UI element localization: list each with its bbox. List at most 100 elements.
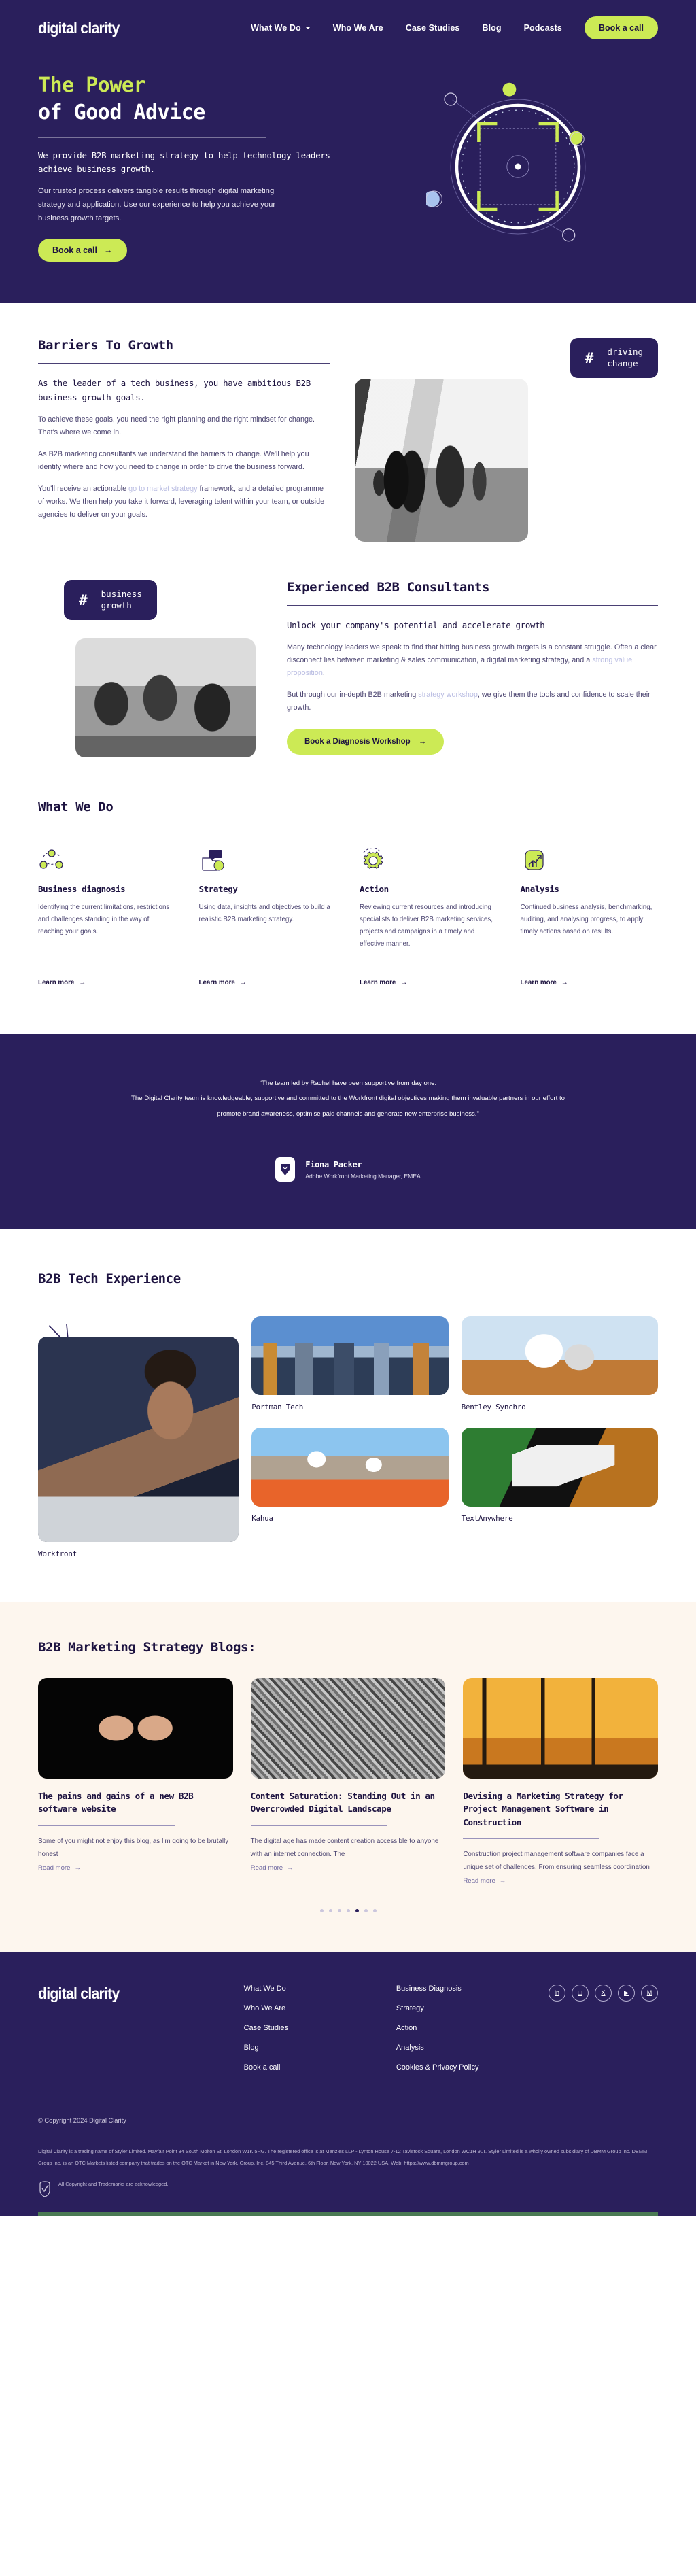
read-more-link-3[interactable]: Read more →	[463, 1877, 506, 1885]
hero-divider	[38, 137, 266, 139]
textanywhere-photo	[461, 1428, 658, 1507]
nav-item-who-we-are[interactable]: Who We Are	[333, 23, 383, 33]
card-title: Action	[360, 883, 389, 894]
tech-card-kahua[interactable]: Kahua	[251, 1428, 449, 1523]
learn-more-link-strategy[interactable]: Learn more →	[199, 979, 247, 986]
youtube-icon[interactable]: ▶	[618, 1984, 636, 2002]
consultants-p1-b: .	[322, 668, 325, 677]
footer-link-blog[interactable]: Blog	[244, 2044, 347, 2052]
nav-item-what-we-do[interactable]: What We Do	[251, 23, 311, 33]
carousel-dot-3[interactable]	[337, 1908, 341, 1912]
carousel-dot-6[interactable]	[364, 1908, 368, 1912]
go-to-market-strategy-link[interactable]: go to market strategy	[128, 485, 197, 493]
footer-link-business-diagnosis[interactable]: Business Diagnosis	[396, 1985, 500, 1993]
footer-link-who-we-are[interactable]: Who We Are	[244, 2004, 347, 2012]
testimonial-author-name: Fiona Packer	[305, 1159, 362, 1169]
hero-section: digital clarity What We Do Who We Are Ca…	[0, 0, 696, 303]
chevron-down-icon	[304, 27, 311, 29]
learn-more-link-analysis[interactable]: Learn more →	[521, 979, 568, 986]
tech-card-bentley-synchro[interactable]: Bentley Synchro	[461, 1316, 658, 1411]
carousel-dot-5[interactable]	[355, 1908, 359, 1912]
barriers-divider	[38, 362, 330, 364]
footer-legal-text: Digital Clarity is a trading name of Sty…	[38, 2148, 648, 2166]
blog-image-pain-gain	[38, 1678, 233, 1779]
avatar	[275, 1157, 296, 1182]
nav-item-case-studies[interactable]: Case Studies	[406, 23, 460, 33]
footer-acknowledgement: All Copyright and Trademarks are acknowl…	[58, 2181, 169, 2188]
learn-more-link-business-diagnosis[interactable]: Learn more →	[38, 979, 86, 986]
consultants-paragraph-2: But through our in-depth B2B marketing s…	[287, 689, 658, 715]
arrow-right-icon: →	[287, 1864, 294, 1872]
arrow-right-icon: →	[561, 978, 568, 986]
strategy-workshop-link[interactable]: strategy workshop	[418, 691, 478, 699]
footer-link-what-we-do[interactable]: What We Do	[244, 1985, 347, 1993]
carousel-dot-4[interactable]	[346, 1908, 350, 1912]
hero-subtitle: We provide B2B marketing strategy to hel…	[38, 150, 330, 175]
x-twitter-icon[interactable]: X	[595, 1984, 612, 2002]
barriers-p3-before: You'll receive an actionable	[38, 484, 129, 493]
tech-card-textanywhere[interactable]: TextAnywhere	[461, 1428, 658, 1523]
blog-card-2[interactable]: Content Saturation: Standing Out in an O…	[250, 1678, 446, 1886]
what-we-do-title: What We Do	[38, 799, 114, 814]
carousel-pagination[interactable]	[38, 1908, 658, 1912]
read-more-link-2[interactable]: Read more →	[251, 1864, 294, 1872]
blogs-grid: The pains and gains of a new B2B softwar…	[38, 1678, 658, 1886]
footer-column-services: Business Diagnosis Strategy Action Analy…	[396, 1985, 500, 2072]
footer-link-strategy[interactable]: Strategy	[396, 2004, 500, 2012]
barriers-lead: As the leader of a tech business, you ha…	[38, 377, 311, 402]
carousel-dot-7[interactable]	[372, 1908, 377, 1912]
diagnosis-cta-label: Book a Diagnosis Workshop	[304, 738, 411, 746]
learn-more-label: Learn more	[360, 978, 396, 986]
b2b-tech-experience-section: B2B Tech Experience Workfront Portman Te…	[0, 1229, 696, 1558]
tech-card-label: Portman Tech	[251, 1403, 304, 1412]
footer-link-book-a-call[interactable]: Book a call	[244, 2063, 347, 2072]
blog-card-1[interactable]: The pains and gains of a new B2B softwar…	[38, 1678, 233, 1886]
footer-logo[interactable]: digital clarity	[38, 1985, 182, 2072]
blog-divider	[463, 1838, 599, 1839]
tech-card-workfront[interactable]: Workfront	[38, 1316, 239, 1558]
read-more-link-1[interactable]: Read more →	[38, 1864, 81, 1872]
testimonial-section: “The team led by Rachel have been suppor…	[0, 1033, 696, 1230]
medium-icon[interactable]: M	[641, 1984, 659, 2002]
blog-card-3[interactable]: Devising a Marketing Strategy for Projec…	[463, 1678, 658, 1886]
card-title: Strategy	[198, 883, 238, 894]
blog-excerpt: Some of you might not enjoy this blog, a…	[38, 1837, 229, 1858]
hero-book-a-call-button[interactable]: Book a call →	[38, 238, 127, 262]
blog-title: The pains and gains of a new B2B softwar…	[38, 1791, 194, 1815]
blogs-section: B2B Marketing Strategy Blogs: The pains …	[0, 1602, 696, 1952]
kahua-photo	[251, 1428, 449, 1507]
learn-more-link-action[interactable]: Learn more →	[360, 979, 407, 986]
card-text: Reviewing current resources and introduc…	[360, 903, 493, 948]
hero-title-line2: of Good Advice	[38, 100, 205, 124]
nav-item-blog[interactable]: Blog	[482, 23, 501, 33]
growth-chart-icon	[521, 842, 659, 873]
instagram-icon[interactable]: □	[572, 1984, 589, 2002]
testimonial-line-1: “The team led by Rachel have been suppor…	[259, 1079, 437, 1087]
carousel-dot-2[interactable]	[328, 1908, 332, 1912]
nav-book-a-call-button[interactable]: Book a call	[585, 16, 658, 39]
footer-link-analysis[interactable]: Analysis	[396, 2044, 500, 2052]
linkedin-icon[interactable]: in	[549, 1984, 566, 2002]
learn-more-label: Learn more	[38, 978, 75, 986]
footer-link-case-studies[interactable]: Case Studies	[244, 2024, 347, 2032]
network-nodes-icon	[38, 842, 176, 873]
hero-title-line1: The Power	[38, 73, 146, 97]
book-diagnosis-workshop-button[interactable]: Book a Diagnosis Workshop →	[287, 729, 445, 755]
footer-column-primary: What We Do Who We Are Case Studies Blog …	[244, 1985, 347, 2072]
site-logo[interactable]: digital clarity	[38, 19, 120, 37]
barriers-paragraph-2: As B2B marketing consultants we understa…	[38, 450, 309, 471]
consultants-title: Experienced B2B Consultants	[287, 579, 490, 595]
nav-item-podcasts[interactable]: Podcasts	[524, 23, 562, 33]
footer-link-action[interactable]: Action	[396, 2024, 500, 2032]
read-more-label: Read more	[38, 1864, 71, 1872]
footer-link-cookies-privacy[interactable]: Cookies & Privacy Policy	[396, 2063, 500, 2072]
barriers-to-growth-section: Barriers To Growth As the leader of a te…	[0, 303, 696, 542]
testimonial-author: Fiona Packer Adobe Workfront Marketing M…	[88, 1157, 608, 1182]
tech-card-portman-tech[interactable]: Portman Tech	[251, 1316, 449, 1412]
carousel-dot-1[interactable]	[319, 1908, 324, 1912]
what-we-do-section: What We Do Business diagnosis Identifyin…	[0, 757, 696, 988]
tech-experience-title: B2B Tech Experience	[38, 1271, 181, 1287]
read-more-label: Read more	[463, 1876, 495, 1885]
nav-link-label[interactable]: What We Do	[251, 23, 301, 33]
what-we-do-card-strategy: Strategy Using data, insights and object…	[199, 842, 337, 988]
